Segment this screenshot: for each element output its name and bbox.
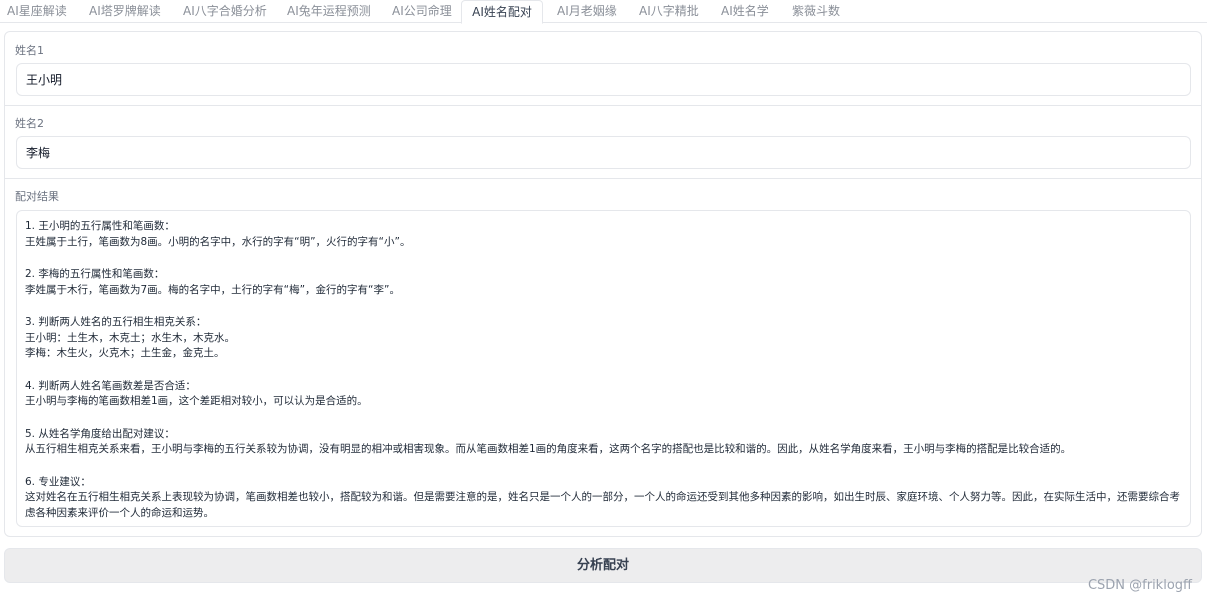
result-section: 5. 从姓名学角度给出配对建议： 从五行相生相克关系来看，王小明与李梅的五行关系… xyxy=(25,427,1182,458)
tab-bar: AI星座解读 AI塔罗牌解读 AI八字合婚分析 AI兔年运程预测 AI公司命理 … xyxy=(0,0,1207,24)
analyze-match-button[interactable]: 分析配对 xyxy=(4,548,1202,583)
result-section-heading: 2. 李梅的五行属性和笔画数： xyxy=(25,268,165,280)
tab-ai-matchmaker[interactable]: AI月老姻缘 xyxy=(557,0,617,23)
tab-ai-name-matching[interactable]: AI姓名配对 xyxy=(461,0,543,24)
result-section-heading: 3. 判断两人姓名的五行相生相克关系： xyxy=(25,316,207,328)
result-section-line: 从五行相生相克关系来看，王小明与李梅的五行关系较为协调，没有明显的相冲或相害现象… xyxy=(25,443,1072,455)
result-section-line: 李梅：木生火，火克木；土生金，金克土。 xyxy=(25,347,225,359)
result-section: 3. 判断两人姓名的五行相生相克关系： 王小明：土生木，木克土；水生木，木克水。… xyxy=(25,315,1182,362)
tab-ai-rabbit-year-forecast[interactable]: AI兔年运程预测 xyxy=(287,0,371,23)
tab-ai-name-study[interactable]: AI姓名学 xyxy=(721,0,769,23)
result-section-line: 王小明与李梅的笔画数相差1画，这个差距相对较小，可以认为是合适的。 xyxy=(25,395,368,407)
result-textarea[interactable]: 1. 王小明的五行属性和笔画数： 王姓属于土行，笔画数为8画。小明的名字中，水行… xyxy=(16,210,1191,527)
result-section: 1. 王小明的五行属性和笔画数： 王姓属于土行，笔画数为8画。小明的名字中，水行… xyxy=(25,219,1182,250)
result-section-line: 李姓属于木行，笔画数为7画。梅的名字中，土行的字有“梅”，金行的字有“李”。 xyxy=(25,283,400,296)
name2-label: 姓名2 xyxy=(15,117,44,130)
result-section: 6. 专业建议： 这对姓名在五行相生相克关系上表现较为协调，笔画数相差也较小，搭… xyxy=(25,475,1182,522)
result-section-heading: 6. 专业建议： xyxy=(25,475,91,488)
result-section-line: 王姓属于土行，笔画数为8画。小明的名字中，水行的字有“明”，火行的字有“小”。 xyxy=(25,235,411,248)
tab-ai-bazi-detailed[interactable]: AI八字精批 xyxy=(639,0,699,23)
result-section-line: 这对姓名在五行相生相克关系上表现较为协调，笔画数相差也较小，搭配较为和谐。但是需… xyxy=(25,491,1180,519)
tab-ai-company-fortune[interactable]: AI公司命理 xyxy=(392,0,452,23)
result-section: 4. 判断两人姓名笔画数差是否合适： 王小明与李梅的笔画数相差1画，这个差距相对… xyxy=(25,379,1182,410)
result-section: 2. 李梅的五行属性和笔画数： 李姓属于木行，笔画数为7画。梅的名字中，土行的字… xyxy=(25,267,1182,298)
result-label: 配对结果 xyxy=(15,190,59,203)
result-section-heading: 4. 判断两人姓名笔画数差是否合适： xyxy=(25,379,196,392)
tab-ai-tarot[interactable]: AI塔罗牌解读 xyxy=(89,0,161,23)
tab-ai-horoscope[interactable]: AI星座解读 xyxy=(7,0,67,23)
divider xyxy=(5,178,1201,179)
result-section-heading: 1. 王小明的五行属性和笔画数： xyxy=(25,220,175,232)
name2-input[interactable] xyxy=(16,136,1191,169)
tab-ai-bazi-marriage[interactable]: AI八字合婚分析 xyxy=(183,0,267,23)
name1-label: 姓名1 xyxy=(15,44,44,57)
result-section-heading: 5. 从姓名学角度给出配对建议： xyxy=(25,427,175,440)
name1-input[interactable] xyxy=(16,63,1191,96)
result-section-line: 王小明：土生木，木克土；水生木，木克水。 xyxy=(25,331,235,344)
name-matching-form: 姓名1 姓名2 配对结果 1. 王小明的五行属性和笔画数： 王姓属于土行，笔画数… xyxy=(4,31,1202,537)
divider xyxy=(5,105,1201,106)
watermark: CSDN @friklogff xyxy=(1087,578,1192,593)
tab-ziwei-doushu[interactable]: 紫薇斗数 xyxy=(792,0,840,23)
